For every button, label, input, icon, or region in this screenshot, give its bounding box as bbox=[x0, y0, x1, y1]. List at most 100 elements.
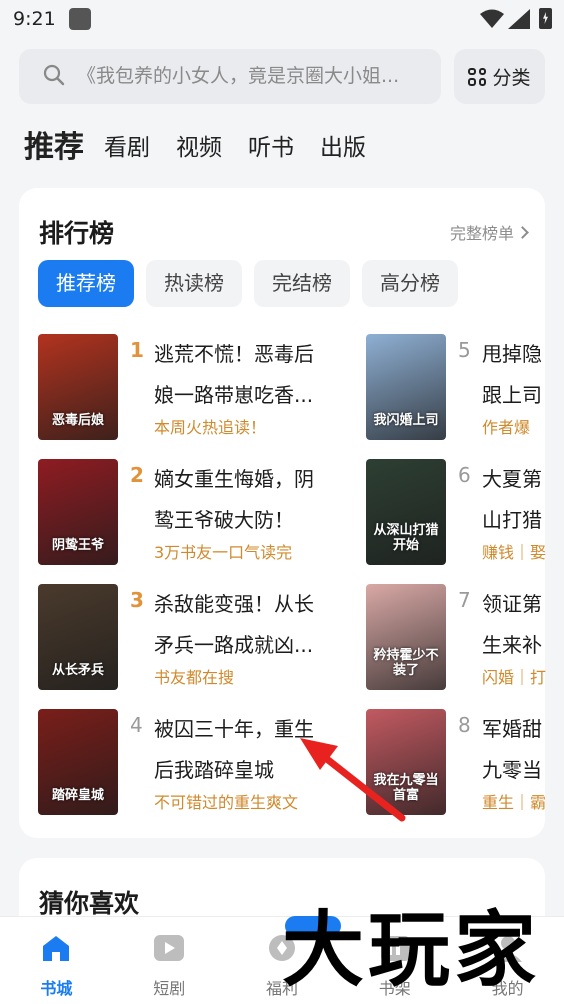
tab-audiobook[interactable]: 听书 bbox=[248, 128, 294, 168]
book-title-line: 九零当 bbox=[482, 758, 542, 782]
rank-tab-recommend[interactable]: 推荐榜 bbox=[38, 260, 134, 307]
cover-title-art: 我在九零当首富 bbox=[373, 773, 439, 803]
status-bar: 9:21 bbox=[0, 0, 564, 38]
search-bar[interactable]: 《我包养的小女人，竟是京圈大小姐... bbox=[19, 49, 441, 104]
book-title[interactable]: 领证第 生来补 bbox=[482, 584, 546, 666]
book-title[interactable]: 杀敌能变强！从长 矛兵一路成就凶... bbox=[154, 584, 339, 666]
cover-title-art: 矜持霍少不装了 bbox=[373, 648, 439, 678]
book-tag: 作者爆 bbox=[482, 418, 531, 437]
book-title-line: 逃荒不慌！恶毒后 bbox=[154, 342, 314, 366]
book-title-line: 嫡女重生悔婚，阴 bbox=[154, 467, 314, 491]
category-label: 分类 bbox=[492, 67, 531, 89]
book-cover[interactable]: 恶毒后娘 bbox=[38, 334, 118, 440]
nav-label: 书城 bbox=[40, 979, 73, 998]
play-icon bbox=[154, 935, 185, 961]
book-title-line: 娘一路带崽吃香... bbox=[154, 383, 314, 407]
book-item[interactable]: 阴鸷王爷 2 嫡女重生悔婚，阴 鸷王爷破大防！ 3万书友一口气读完 bbox=[38, 459, 348, 569]
cover-title-art: 踏碎皇城 bbox=[51, 788, 104, 803]
book-item[interactable]: 我闪婚上司 5 甩掉隐跟上司作者爆 bbox=[366, 334, 546, 444]
book-title[interactable]: 军婚甜 九零当 bbox=[482, 709, 546, 791]
book-title-line: 矛兵一路成就凶... bbox=[154, 633, 314, 657]
book-item[interactable]: 恶毒后娘 1 逃荒不慌！恶毒后 娘一路带崽吃香... 本周火热追读！ bbox=[38, 334, 348, 444]
rank-tab-completed[interactable]: 完结榜 bbox=[254, 260, 350, 307]
book-title-line: 大夏第 bbox=[482, 467, 542, 491]
book-title[interactable]: 逃荒不慌！恶毒后 娘一路带崽吃香... bbox=[154, 334, 339, 416]
rank-number: 4 bbox=[130, 713, 143, 737]
book-title-line: 领证第 bbox=[482, 592, 542, 616]
chevron-right-icon bbox=[516, 225, 529, 239]
book-item[interactable]: 从长矛兵 3 杀敌能变强！从长 矛兵一路成就凶... 书友都在搜 bbox=[38, 584, 348, 694]
tab-recommend[interactable]: 推荐 bbox=[24, 128, 84, 168]
book-item[interactable]: 我在九零当首富 8 军婚甜九零当重生｜霸 bbox=[366, 709, 546, 819]
rank-number: 6 bbox=[458, 463, 471, 487]
nav-play[interactable]: 短剧 bbox=[113, 917, 226, 1004]
book-title[interactable]: 嫡女重生悔婚，阴 鸷王爷破大防！ bbox=[154, 459, 339, 541]
guess-title: 猜你喜欢 bbox=[39, 889, 140, 918]
cover-title-art: 从深山打猎开始 bbox=[373, 523, 439, 553]
rank-number: 8 bbox=[458, 713, 471, 737]
book-cover[interactable]: 我在九零当首富 bbox=[366, 709, 446, 815]
book-title[interactable]: 甩掉隐 跟上司 bbox=[482, 334, 546, 416]
book-tag: 3万书友一口气读完 bbox=[154, 543, 293, 562]
tab-video[interactable]: 视频 bbox=[176, 128, 222, 168]
book-cover[interactable]: 踏碎皇城 bbox=[38, 709, 118, 815]
status-time: 9:21 bbox=[13, 8, 56, 30]
book-tag: 赚钱｜娶 bbox=[482, 543, 546, 562]
tab-publish[interactable]: 出版 bbox=[320, 128, 366, 168]
nav-home[interactable]: 书城 bbox=[0, 917, 113, 1004]
ranking-tabs: 推荐榜 热读榜 完结榜 高分榜 bbox=[38, 260, 458, 307]
book-cover[interactable]: 阴鸷王爷 bbox=[38, 459, 118, 565]
book-tag: 闪婚｜打 bbox=[482, 668, 546, 687]
watermark: 大玩家 bbox=[282, 902, 541, 998]
book-tag: 不可错过的重生爽文 bbox=[154, 793, 299, 812]
book-title-line: 被囚三十年，重生 bbox=[154, 717, 314, 741]
full-list-link[interactable]: 完整榜单 bbox=[449, 220, 529, 244]
rank-number: 5 bbox=[458, 338, 471, 362]
rank-tab-high-score[interactable]: 高分榜 bbox=[362, 260, 458, 307]
book-cover[interactable]: 从长矛兵 bbox=[38, 584, 118, 690]
book-tag: 本周火热追读！ bbox=[154, 418, 267, 437]
cover-title-art: 恶毒后娘 bbox=[51, 413, 104, 428]
book-cover[interactable]: 矜持霍少不装了 bbox=[366, 584, 446, 690]
cover-title-art: 阴鸷王爷 bbox=[51, 538, 104, 553]
home-icon bbox=[43, 936, 70, 961]
category-button[interactable]: 分类 bbox=[454, 49, 545, 104]
rank-number: 1 bbox=[130, 338, 144, 362]
rank-number: 3 bbox=[130, 588, 144, 612]
book-title-line: 甩掉隐 bbox=[482, 342, 542, 366]
tab-drama[interactable]: 看剧 bbox=[104, 128, 150, 168]
rank-number: 2 bbox=[130, 463, 144, 487]
book-item[interactable]: 矜持霍少不装了 7 领证第生来补闪婚｜打 bbox=[366, 584, 546, 694]
book-title[interactable]: 大夏第 山打猎 bbox=[482, 459, 546, 541]
cover-title-art: 从长矛兵 bbox=[51, 663, 104, 678]
ranking-title: 排行榜 bbox=[39, 219, 115, 248]
book-title-line: 跟上司 bbox=[482, 383, 542, 407]
app-notification-icon bbox=[69, 8, 91, 30]
book-item[interactable]: 踏碎皇城 4 被囚三十年，重生 后我踏碎皇城不可错过的重生爽文 bbox=[38, 709, 348, 819]
battery-icon bbox=[539, 8, 552, 29]
rank-tab-hot[interactable]: 热读榜 bbox=[146, 260, 242, 307]
book-title-line: 鸷王爷破大防！ bbox=[154, 508, 294, 532]
book-cover[interactable]: 我闪婚上司 bbox=[366, 334, 446, 440]
signal-icon bbox=[508, 9, 530, 29]
cover-title-art: 我闪婚上司 bbox=[373, 413, 439, 428]
book-title-line: 山打猎 bbox=[482, 508, 542, 532]
book-cover[interactable]: 从深山打猎开始 bbox=[366, 459, 446, 565]
book-tag: 重生｜霸 bbox=[482, 793, 546, 812]
book-tag: 书友都在搜 bbox=[154, 668, 235, 687]
book-title[interactable]: 被囚三十年，重生 后我踏碎皇城 bbox=[154, 709, 339, 791]
book-item[interactable]: 从深山打猎开始 6 大夏第山打猎赚钱｜娶 bbox=[366, 459, 546, 569]
book-title-line: 后我踏碎皇城 bbox=[154, 758, 274, 782]
book-title-line: 生来补 bbox=[482, 633, 542, 657]
book-title-line: 军婚甜 bbox=[482, 717, 542, 741]
full-list-label: 完整榜单 bbox=[449, 224, 514, 243]
grid-icon bbox=[468, 67, 487, 86]
search-input[interactable]: 《我包养的小女人，竟是京圈大小姐... bbox=[77, 64, 437, 88]
search-icon bbox=[43, 64, 65, 86]
top-tabs: 推荐 看剧 视频 听书 出版 bbox=[24, 124, 392, 168]
rank-number: 7 bbox=[458, 588, 471, 612]
book-title-line: 杀敌能变强！从长 bbox=[154, 592, 314, 616]
ranking-card: 排行榜 完整榜单 推荐榜 热读榜 完结榜 高分榜 恶毒后娘 1 逃荒不慌！恶毒后 娘一… bbox=[19, 188, 546, 838]
nav-label: 短剧 bbox=[153, 979, 186, 998]
wifi-icon bbox=[480, 9, 504, 28]
